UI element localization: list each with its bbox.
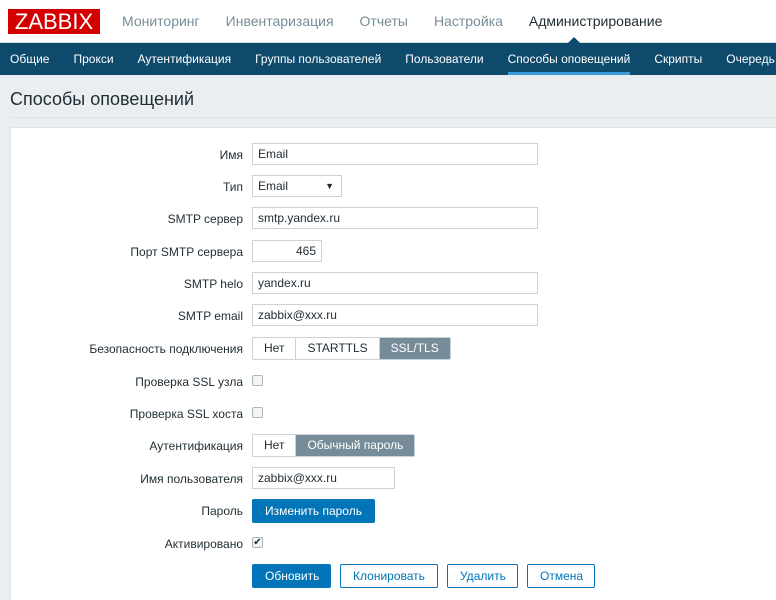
ssl-verify-peer-checkbox[interactable] [252,375,263,386]
password-label: Пароль [201,504,243,518]
delete-button[interactable]: Удалить [447,564,518,588]
smtp-server-input[interactable]: smtp.yandex.ru [252,207,538,229]
change-password-button[interactable]: Изменить пароль [252,499,375,523]
sub-navigation: Общие Прокси Аутентификация Группы польз… [0,43,776,75]
enabled-label: Активировано [164,537,243,551]
subnav-authentication[interactable]: Аутентификация [126,43,244,75]
row-password: Пароль Изменить пароль [0,499,776,523]
top-header: ZABBIX Мониторинг Инвентаризация Отчеты … [0,0,776,43]
row-security: Безопасность подключения Нет STARTTLS SS… [0,337,776,361]
row-type: Тип Email [0,175,776,199]
smtp-helo-label: SMTP helo [183,277,243,291]
security-radio-group: Нет STARTTLS SSL/TLS [252,337,451,360]
security-none[interactable]: Нет [253,338,297,359]
subnav-proxies[interactable]: Прокси [61,43,125,75]
smtp-server-label: SMTP сервер [167,212,243,226]
row-smtp-email: SMTP email zabbix@xxx.ru [0,304,776,328]
ssl-verify-peer-label: Проверка SSL узла [135,375,243,389]
username-label: Имя пользователя [140,472,243,486]
page-title: Способы оповещений [10,89,195,109]
ssl-verify-host-checkbox[interactable] [252,407,263,418]
subnav-general[interactable]: Общие [0,43,61,75]
main-menu: Мониторинг Инвентаризация Отчеты Настрой… [122,13,662,29]
smtp-port-input[interactable]: 465 [252,240,322,262]
clone-button[interactable]: Клонировать [340,564,438,588]
type-label: Тип [222,180,243,194]
security-label: Безопасность подключения [89,342,243,356]
security-starttls[interactable]: STARTTLS [296,338,380,359]
auth-normal-password[interactable]: Обычный пароль [296,435,415,456]
row-enabled: Активировано ✔ [0,532,776,556]
smtp-helo-input[interactable]: yandex.ru [252,272,538,294]
name-input[interactable]: Email [252,143,538,165]
subnav-queue[interactable]: Очередь [714,43,776,75]
menu-reports[interactable]: Отчеты [360,13,408,29]
menu-administration[interactable]: Администрирование [529,13,663,29]
subnav-scripts[interactable]: Скрипты [642,43,714,75]
subnav-users[interactable]: Пользователи [393,43,495,75]
row-smtp-server: SMTP сервер smtp.yandex.ru [0,207,776,231]
smtp-email-input[interactable]: zabbix@xxx.ru [252,304,538,326]
subnav-user-groups[interactable]: Группы пользователей [243,43,393,75]
menu-configuration[interactable]: Настройка [434,13,503,29]
ssl-verify-host-label: Проверка SSL хоста [129,407,243,421]
auth-label: Аутентификация [149,439,243,453]
username-input[interactable]: zabbix@xxx.ru [252,467,395,489]
row-smtp-port: Порт SMTP сервера 465 [0,240,776,264]
menu-inventory[interactable]: Инвентаризация [226,13,334,29]
auth-radio-group: Нет Обычный пароль [252,434,416,457]
menu-monitoring[interactable]: Мониторинг [122,13,200,29]
row-auth: Аутентификация Нет Обычный пароль [0,434,776,458]
smtp-email-label: SMTP email [177,309,243,323]
subnav-media-types[interactable]: Способы оповещений [496,43,643,75]
row-username: Имя пользователя zabbix@xxx.ru [0,467,776,491]
update-button[interactable]: Обновить [252,564,331,588]
auth-none[interactable]: Нет [253,435,297,456]
row-name: Имя Email [0,143,776,167]
enabled-checkbox[interactable]: ✔ [252,537,263,548]
row-ssl-verify-host: Проверка SSL хоста [0,402,776,426]
form-actions: Обновить Клонировать Удалить Отмена [0,564,776,588]
name-label: Имя [219,148,243,162]
type-select[interactable]: Email [252,175,342,197]
cancel-button[interactable]: Отмена [527,564,595,588]
smtp-port-label: Порт SMTP сервера [130,245,243,259]
row-ssl-verify-peer: Проверка SSL узла [0,370,776,394]
security-ssl-tls[interactable]: SSL/TLS [379,338,450,359]
row-smtp-helo: SMTP helo yandex.ru [0,272,776,296]
divider [10,117,776,118]
zabbix-logo[interactable]: ZABBIX [8,9,100,34]
